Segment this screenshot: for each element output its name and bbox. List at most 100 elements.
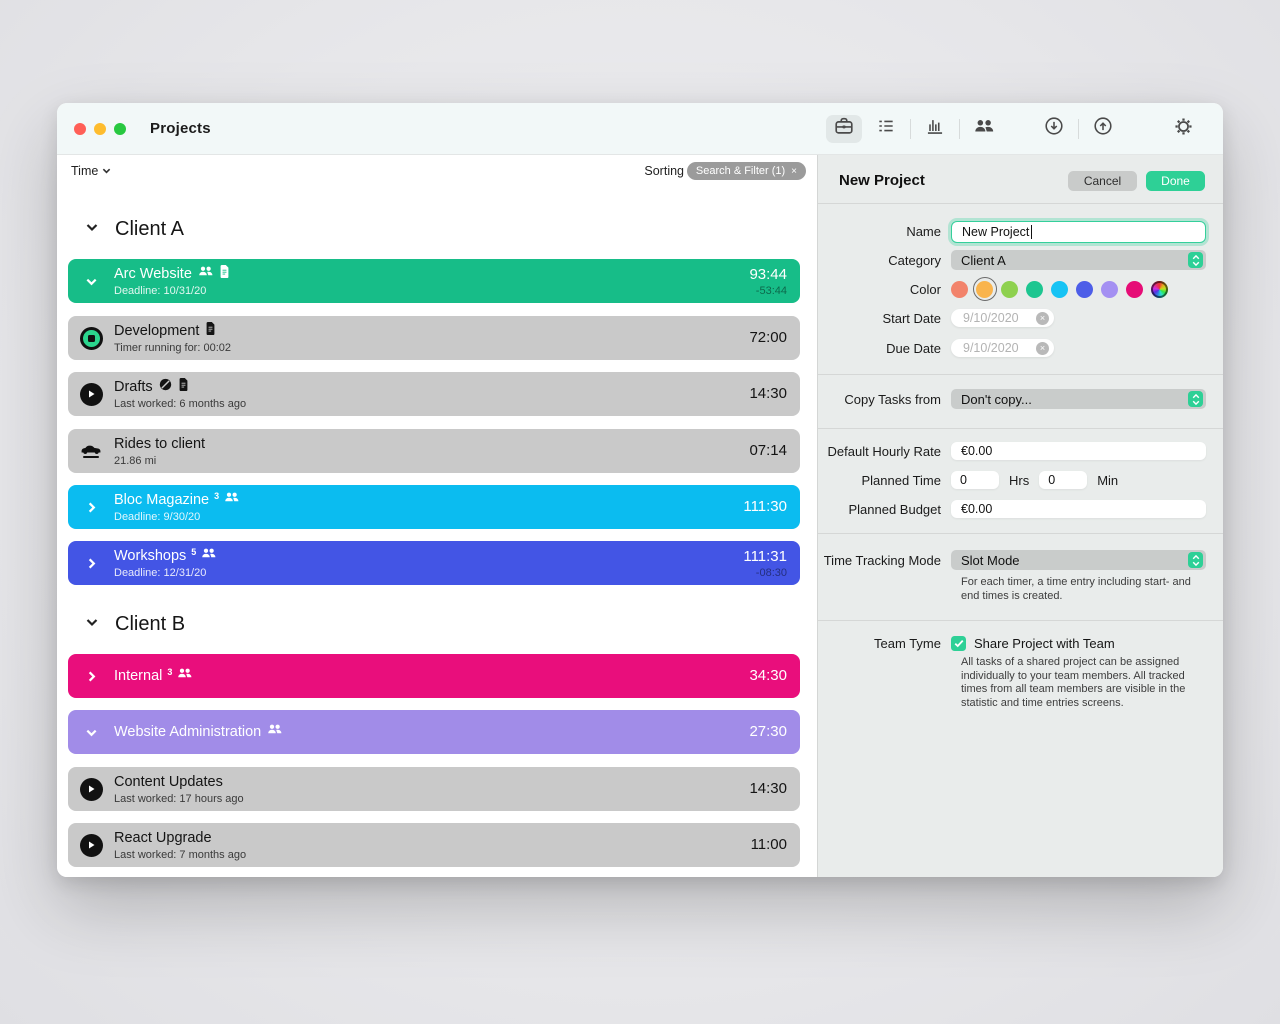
task-count-badge: 3: [167, 664, 172, 681]
category-label: Category: [818, 253, 951, 268]
title-bar: Projects: [57, 103, 1223, 155]
category-value: Client A: [961, 253, 1188, 268]
start-date-input[interactable]: 9/10/2020 ×: [951, 309, 1054, 327]
share-project-checkbox[interactable]: [951, 636, 966, 651]
copy-tasks-select[interactable]: Don't copy...: [951, 389, 1206, 409]
project-time: 111:31: [743, 548, 787, 566]
project-subtitle: Deadline: 12/31/20: [114, 567, 743, 579]
hourly-rate-input[interactable]: [951, 442, 1206, 460]
stop-timer-button[interactable]: [80, 327, 103, 350]
planned-minutes-input[interactable]: [1039, 471, 1087, 489]
zoom-button[interactable]: [114, 123, 126, 135]
start-date-row: Start Date 9/10/2020 ×: [818, 309, 1206, 327]
project-time: 111:30: [743, 498, 787, 516]
import-button[interactable]: [1036, 115, 1072, 143]
project-row-workshops[interactable]: Workshops 5 Deadline: 12/31/20 111:31 -0…: [68, 541, 800, 585]
category-select[interactable]: Client A: [951, 250, 1206, 270]
color-swatch-cyan[interactable]: [1051, 281, 1068, 298]
project-time: 72:00: [749, 329, 787, 347]
group-header-client-a[interactable]: Client A: [85, 218, 184, 241]
play-timer-button[interactable]: [80, 383, 103, 406]
project-row-development[interactable]: Development Timer running for: 00:02 72:…: [68, 316, 800, 360]
play-timer-button[interactable]: [80, 778, 103, 801]
color-swatch-purple[interactable]: [1101, 281, 1118, 298]
list-icon: [876, 116, 896, 141]
planned-hours-input[interactable]: [951, 471, 999, 489]
project-subtitle: Timer running for: 00:02: [114, 342, 749, 354]
chevron-right-icon[interactable]: [68, 501, 114, 514]
statistics-view-button[interactable]: [917, 115, 953, 143]
settings-button[interactable]: [1165, 115, 1201, 143]
color-swatch-orange-selected[interactable]: [976, 281, 993, 298]
text-caret: [1031, 225, 1032, 239]
team-view-button[interactable]: [966, 115, 1002, 143]
color-swatch-salmon[interactable]: [951, 281, 968, 298]
project-row-bloc-magazine[interactable]: Bloc Magazine 3 Deadline: 9/30/20 111:30: [68, 485, 800, 529]
download-circle-icon: [1043, 115, 1065, 142]
color-swatch-emerald[interactable]: [1026, 281, 1043, 298]
list-view-button[interactable]: [868, 115, 904, 143]
share-project-checkbox-label[interactable]: Share Project with Team: [974, 636, 1115, 651]
traffic-lights: [57, 123, 126, 135]
planned-budget-row: Planned Budget: [818, 500, 1206, 518]
filter-chip-label: Search & Filter (1): [696, 165, 785, 177]
project-title: Workshops: [114, 548, 186, 565]
project-time: 14:30: [749, 385, 787, 403]
group-title: Client A: [115, 218, 184, 241]
people-icon: [267, 723, 282, 741]
project-title: Website Administration: [114, 724, 261, 741]
projects-view-button[interactable]: [826, 115, 862, 143]
new-project-panel: New Project Cancel Done Name Category: [817, 155, 1223, 877]
project-row-arc-website[interactable]: Arc Website Deadline: 10/31/20 93:44 -53…: [68, 259, 800, 303]
cancel-button[interactable]: Cancel: [1068, 171, 1137, 191]
minimize-button[interactable]: [94, 123, 106, 135]
project-row-rides-to-client[interactable]: Rides to client 21.86 mi 07:14: [68, 429, 800, 473]
project-row-website-administration[interactable]: Website Administration 27:30: [68, 710, 800, 754]
search-filter-chip[interactable]: Search & Filter (1) ×: [687, 162, 806, 180]
export-button[interactable]: [1085, 115, 1121, 143]
tracking-mode-select[interactable]: Slot Mode: [951, 550, 1206, 570]
chevron-down-icon[interactable]: [68, 726, 114, 739]
clear-date-icon[interactable]: ×: [1036, 312, 1049, 325]
copy-tasks-row: Copy Tasks from Don't copy...: [818, 389, 1206, 409]
planned-time-row: Planned Time Hrs Min: [818, 471, 1206, 489]
color-swatch-blue[interactable]: [1076, 281, 1093, 298]
task-count-badge: 3: [214, 488, 219, 505]
panel-title: New Project: [839, 172, 925, 189]
document-icon: [219, 265, 230, 283]
project-row-content-updates[interactable]: Content Updates Last worked: 17 hours ag…: [68, 767, 800, 811]
chevron-right-icon[interactable]: [68, 557, 114, 570]
name-input[interactable]: [951, 221, 1206, 243]
filter-chip-close-icon[interactable]: ×: [791, 166, 797, 177]
project-subtitle: Last worked: 6 months ago: [114, 398, 749, 410]
done-button[interactable]: Done: [1146, 171, 1205, 191]
planned-budget-input[interactable]: [951, 500, 1206, 518]
chevron-down-icon[interactable]: [85, 220, 99, 239]
project-row-react-upgrade[interactable]: React Upgrade Last worked: 7 months ago …: [68, 823, 800, 867]
clear-date-icon[interactable]: ×: [1036, 342, 1049, 355]
time-sort-dropdown[interactable]: Time: [71, 164, 111, 178]
project-row-internal[interactable]: Internal 3 34:30: [68, 654, 800, 698]
tracking-mode-value: Slot Mode: [961, 553, 1188, 568]
name-row: Name: [818, 219, 1206, 244]
project-row-drafts[interactable]: Drafts Last worked: 6 months ago 14:30: [68, 372, 800, 416]
due-date-row: Due Date 9/10/2020 ×: [818, 339, 1206, 357]
color-swatch-lime[interactable]: [1001, 281, 1018, 298]
close-button[interactable]: [74, 123, 86, 135]
project-time: 34:30: [749, 667, 787, 685]
project-overtime: -08:30: [743, 567, 787, 579]
play-timer-button[interactable]: [80, 834, 103, 857]
chevron-down-icon[interactable]: [85, 615, 99, 634]
planned-time-label: Planned Time: [818, 473, 951, 488]
due-date-input[interactable]: 9/10/2020 ×: [951, 339, 1054, 357]
chevron-right-icon[interactable]: [68, 670, 114, 683]
color-wheel-icon[interactable]: [1151, 281, 1168, 298]
group-header-client-b[interactable]: Client B: [85, 613, 185, 636]
chevron-down-icon: [102, 164, 111, 178]
chevron-down-icon[interactable]: [68, 275, 114, 288]
project-time: 07:14: [749, 442, 787, 460]
project-title: Arc Website: [114, 266, 192, 283]
color-swatch-magenta[interactable]: [1126, 281, 1143, 298]
people-icon: [177, 667, 192, 685]
project-subtitle: Last worked: 17 hours ago: [114, 793, 749, 805]
